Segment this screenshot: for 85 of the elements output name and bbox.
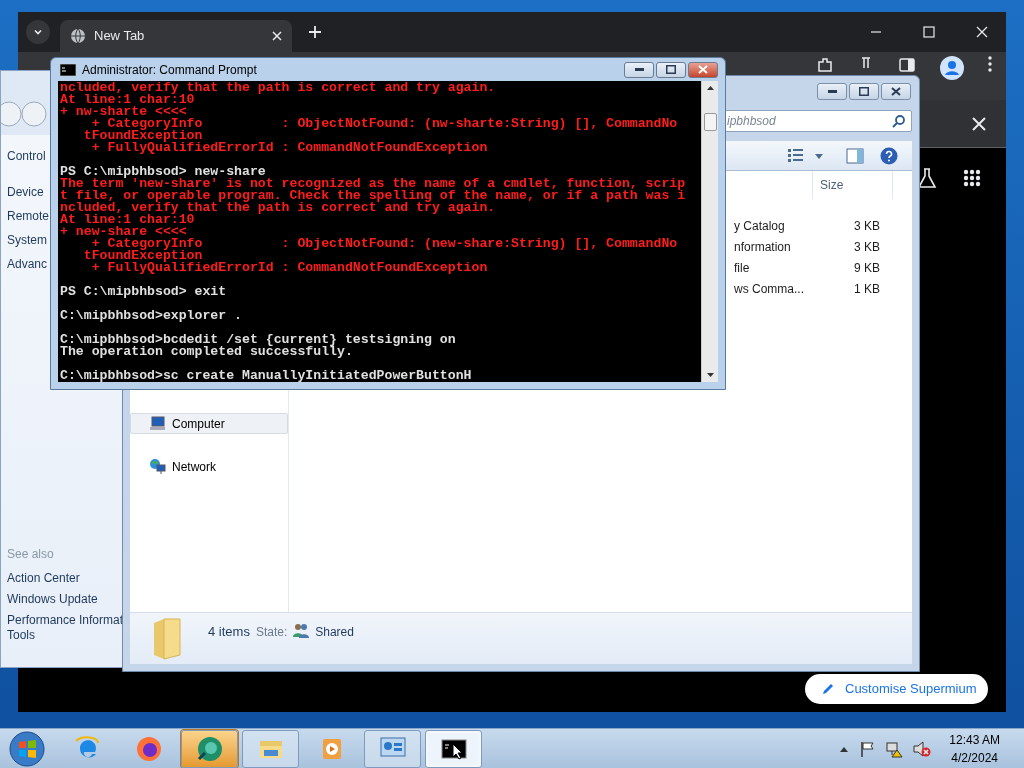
profile-icon[interactable]	[940, 56, 964, 80]
close-icon[interactable]	[976, 26, 988, 38]
console-line: + nw-sharte <<<<	[60, 106, 187, 118]
console-line: + FullyQualifiedErrorId : CommandNotFoundException	[91, 142, 489, 154]
console-line: The operation completed successfully.	[60, 346, 353, 358]
nav-item[interactable]: Network	[130, 456, 288, 477]
section-heading: See also	[7, 546, 55, 563]
minimize-button[interactable]	[624, 61, 654, 78]
console-line: At line:1 char:10	[60, 214, 196, 226]
console-line: ncluded, verify that the path is correct and try again.	[60, 82, 497, 94]
state-value: Shared	[315, 623, 354, 641]
file-name[interactable]: nformation	[734, 237, 834, 256]
column-header[interactable]: Size	[813, 171, 893, 199]
see-also-link[interactable]: Action Center	[7, 571, 80, 586]
file-name[interactable]: ws Comma...	[734, 279, 834, 298]
item-count: 4 items	[208, 622, 250, 641]
start-button-icon[interactable]	[7, 729, 47, 768]
file-size: 3 KB	[853, 238, 880, 256]
console-line: t file, or operable program. Check the spelling of the name, or if a path was i	[60, 190, 687, 202]
console-line: + new-share <<<<	[60, 226, 187, 238]
console-line: ncluded, verify that the path is correct and try again.	[60, 202, 496, 214]
state-label: State:	[255, 623, 288, 641]
window-title: Administrator: Command Prompt	[82, 61, 258, 79]
network-icon	[149, 458, 166, 475]
computer-icon	[149, 415, 166, 432]
file-size: 1 KB	[853, 280, 880, 298]
close-button[interactable]	[688, 61, 718, 78]
maximize-button[interactable]	[849, 82, 879, 100]
help-icon[interactable]	[880, 146, 898, 165]
nav-link[interactable]: Advanc	[7, 257, 48, 272]
restore-icon	[666, 65, 676, 74]
console-line: + CategoryInfo : ObjectNotFound: (nw-sharte:String) [], CommandNo	[91, 118, 679, 130]
console-line: C:\mipbhbsod>sc create ManuallyInitiatedPowerButtonH	[60, 370, 473, 382]
menu-icon[interactable]	[988, 56, 992, 72]
nav-item[interactable]: Computer	[130, 413, 288, 434]
side-panel-icon[interactable]	[898, 56, 916, 74]
tab-search-button[interactable]	[26, 20, 50, 44]
close-icon	[891, 86, 901, 96]
speaker-muted-icon[interactable]	[913, 739, 932, 758]
maximize-icon[interactable]	[923, 26, 935, 38]
minimize-icon	[634, 68, 644, 71]
browser-tab[interactable]: New Tab	[60, 20, 292, 52]
restore-button[interactable]	[656, 61, 686, 78]
flag-icon[interactable]	[859, 740, 876, 757]
file-size: 3 KB	[853, 217, 880, 235]
close-icon	[698, 65, 708, 74]
users-icon	[293, 622, 310, 639]
minimize-button[interactable]	[817, 82, 847, 100]
globe-icon	[70, 28, 86, 44]
close-icon[interactable]	[972, 116, 986, 131]
nav-link[interactable]: System	[7, 233, 47, 248]
file-name[interactable]: file	[734, 258, 834, 277]
pencil-icon	[821, 682, 835, 696]
apps-grid-icon[interactable]	[963, 169, 981, 187]
see-also-link[interactable]: Performance Informat Tools	[7, 613, 124, 643]
nav-link[interactable]: Control	[7, 149, 46, 164]
customise-button[interactable]: Customise Supermium	[805, 674, 988, 704]
console-line: C:\mipbhbsod>explorer .	[60, 310, 244, 322]
plus-icon[interactable]	[308, 25, 322, 39]
nav-link[interactable]: Device	[7, 185, 44, 200]
console-line: C:\mipbhbsod>bcdedit /set {current} testsigning on	[60, 334, 457, 346]
console-line: + CategoryInfo : ObjectNotFound: (new-share:String) [], CommandNo	[91, 238, 679, 250]
flask-icon[interactable]	[917, 167, 937, 189]
console-line: At line:1 char:10	[60, 94, 196, 106]
tab-title: New Tab	[94, 27, 146, 46]
nav-link[interactable]: Remote	[7, 209, 50, 224]
console-line: tFoundException	[82, 130, 203, 142]
see-also-link[interactable]: Windows Update	[7, 592, 98, 607]
console-line: PS C:\mipbhbsod> exit	[60, 286, 228, 298]
network-warning-icon[interactable]	[885, 739, 904, 758]
maximize-icon	[859, 86, 869, 96]
chevron-down-icon	[33, 27, 43, 37]
console-line: tFoundException	[82, 250, 203, 262]
console-line: + FullyQualifiedErrorId : CommandNotFoundException	[91, 262, 489, 274]
console-line: The term 'new-share' is not recognized as the name of a cmdlet, function, scrip	[60, 178, 687, 190]
close-button[interactable]	[881, 82, 911, 100]
scrollbar-thumb[interactable]	[703, 112, 717, 131]
minimize-icon	[827, 89, 837, 93]
taskbar-button[interactable]	[425, 729, 482, 768]
console-line: PS C:\mipbhbsod> new-share	[60, 166, 266, 178]
clock[interactable]: 12:43 AM 4/2/2024	[949, 730, 1000, 767]
file-name[interactable]: y Catalog	[734, 216, 834, 235]
console-icon	[60, 63, 76, 76]
file-size: 9 KB	[853, 259, 880, 277]
close-icon[interactable]	[272, 31, 282, 41]
